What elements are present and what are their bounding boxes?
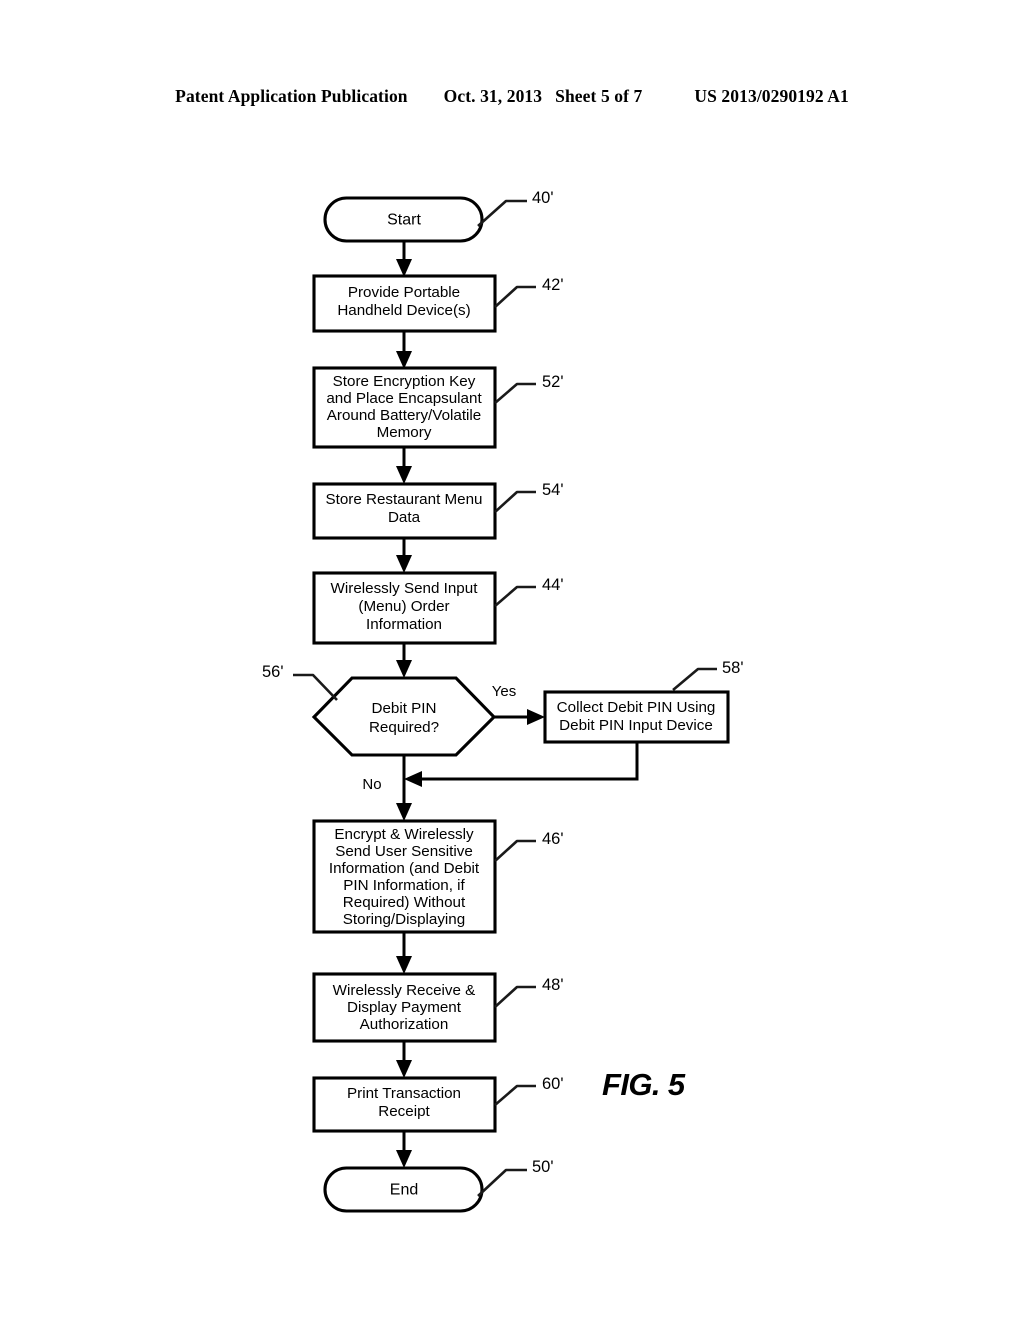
figure-label: FIG. 5 <box>602 1067 686 1102</box>
leader-debit-pin: 56' <box>262 663 338 701</box>
node-print-receipt-label-line2: Receipt <box>378 1103 430 1120</box>
node-collect-pin-label-line1: Collect Debit PIN Using <box>557 699 716 716</box>
node-encrypt-send-label-line1: Encrypt & Wirelessly <box>334 826 474 843</box>
leader-send-order: 44' <box>494 576 564 607</box>
node-provide-label-line2: Handheld Device(s) <box>337 302 470 319</box>
node-store-key-label-line3: Around Battery/Volatile <box>327 407 482 424</box>
node-store-menu-label-line1: Store Restaurant Menu <box>325 491 482 508</box>
node-store-key-label-line2: and Place Encapsulant <box>326 390 482 407</box>
node-provide-portable-handheld-device[interactable]: Provide Portable Handheld Device(s) <box>312 274 497 333</box>
node-store-encryption-key[interactable]: Store Encryption Key and Place Encapsula… <box>312 366 497 449</box>
node-send-order-label-line1: Wirelessly Send Input <box>331 580 479 597</box>
node-send-order-label-line2: (Menu) Order <box>358 598 449 615</box>
leader-start: 40' <box>477 189 554 227</box>
ref-label-60: 60' <box>542 1075 564 1093</box>
connector-start-to-provide <box>396 240 412 277</box>
node-receive-display-payment-authorization[interactable]: Wirelessly Receive & Display Payment Aut… <box>312 972 497 1043</box>
node-store-key-label-line1: Store Encryption Key <box>333 373 476 390</box>
connector-store-menu-to-send-order <box>396 537 412 573</box>
node-receive-auth-label-line2: Display Payment <box>347 999 462 1016</box>
leader-collect-pin: 58' <box>672 659 744 691</box>
node-print-transaction-receipt[interactable]: Print Transaction Receipt <box>312 1076 497 1133</box>
ref-label-42: 42' <box>542 276 564 294</box>
edge-label-no: No <box>362 776 381 793</box>
ref-label-48: 48' <box>542 976 564 994</box>
connector-decision-no-to-encrypt-send <box>396 755 412 821</box>
node-encrypt-send-label-line3: Information (and Debit <box>329 860 480 877</box>
node-end[interactable]: End <box>323 1166 484 1213</box>
leader-receive-auth: 48' <box>494 976 564 1008</box>
node-provide-label-line1: Provide Portable <box>348 284 460 301</box>
node-encrypt-send-sensitive-info[interactable]: Encrypt & Wirelessly Send User Sensitive… <box>312 819 497 934</box>
ref-label-40: 40' <box>532 189 554 207</box>
node-debit-pin-label-line1: Debit PIN <box>372 700 437 717</box>
node-end-label: End <box>390 1182 418 1199</box>
edge-label-yes: Yes <box>492 683 516 700</box>
figure-5-flowchart: Yes No Start 40' Provide Portable Handhe… <box>0 0 1024 1320</box>
node-print-receipt-label-line1: Print Transaction <box>347 1085 461 1102</box>
connector-print-receipt-to-end <box>396 1131 412 1168</box>
ref-label-50: 50' <box>532 1158 554 1176</box>
connector-send-order-to-decision <box>396 642 412 678</box>
ref-label-56: 56' <box>262 663 284 681</box>
leader-provide: 42' <box>494 276 564 308</box>
node-start[interactable]: Start <box>323 196 484 243</box>
node-store-restaurant-menu-data[interactable]: Store Restaurant Menu Data <box>312 482 497 540</box>
node-store-menu-label-line2: Data <box>388 509 421 526</box>
ref-label-54: 54' <box>542 481 564 499</box>
leader-store-key: 52' <box>494 373 564 404</box>
ref-label-52: 52' <box>542 373 564 391</box>
leader-end: 50' <box>477 1158 554 1197</box>
node-encrypt-send-label-line2: Send User Sensitive <box>335 843 473 860</box>
node-store-key-label-line4: Memory <box>377 424 432 441</box>
node-encrypt-send-label-line4: PIN Information, if <box>343 877 465 894</box>
connector-receive-auth-to-print-receipt <box>396 1040 412 1078</box>
node-wirelessly-send-input-order[interactable]: Wirelessly Send Input (Menu) Order Infor… <box>312 571 497 645</box>
leader-encrypt-send: 46' <box>494 830 564 862</box>
ref-label-58: 58' <box>722 659 744 677</box>
connector-encrypt-send-to-receive-auth <box>396 932 412 974</box>
node-encrypt-send-label-line6: Storing/Displaying <box>343 911 465 928</box>
ref-label-46: 46' <box>542 830 564 848</box>
leader-print-receipt: 60' <box>494 1075 564 1106</box>
leader-store-menu: 54' <box>494 481 564 513</box>
node-debit-pin-required-decision[interactable]: Debit PIN Required? <box>311 676 497 757</box>
ref-label-44: 44' <box>542 576 564 594</box>
connector-store-key-to-store-menu <box>396 447 412 484</box>
node-collect-debit-pin[interactable]: Collect Debit PIN Using Debit PIN Input … <box>543 690 730 744</box>
node-start-label: Start <box>387 212 421 229</box>
connector-decision-yes-to-collect-pin <box>494 709 545 725</box>
node-debit-pin-label-line2: Required? <box>369 719 439 736</box>
connector-provide-to-store-key <box>396 330 412 369</box>
node-encrypt-send-label-line5: Required) Without <box>343 894 466 911</box>
node-receive-auth-label-line1: Wirelessly Receive & <box>333 982 476 999</box>
node-receive-auth-label-line3: Authorization <box>360 1016 449 1033</box>
node-collect-pin-label-line2: Debit PIN Input Device <box>559 717 713 734</box>
node-send-order-label-line3: Information <box>366 616 442 633</box>
